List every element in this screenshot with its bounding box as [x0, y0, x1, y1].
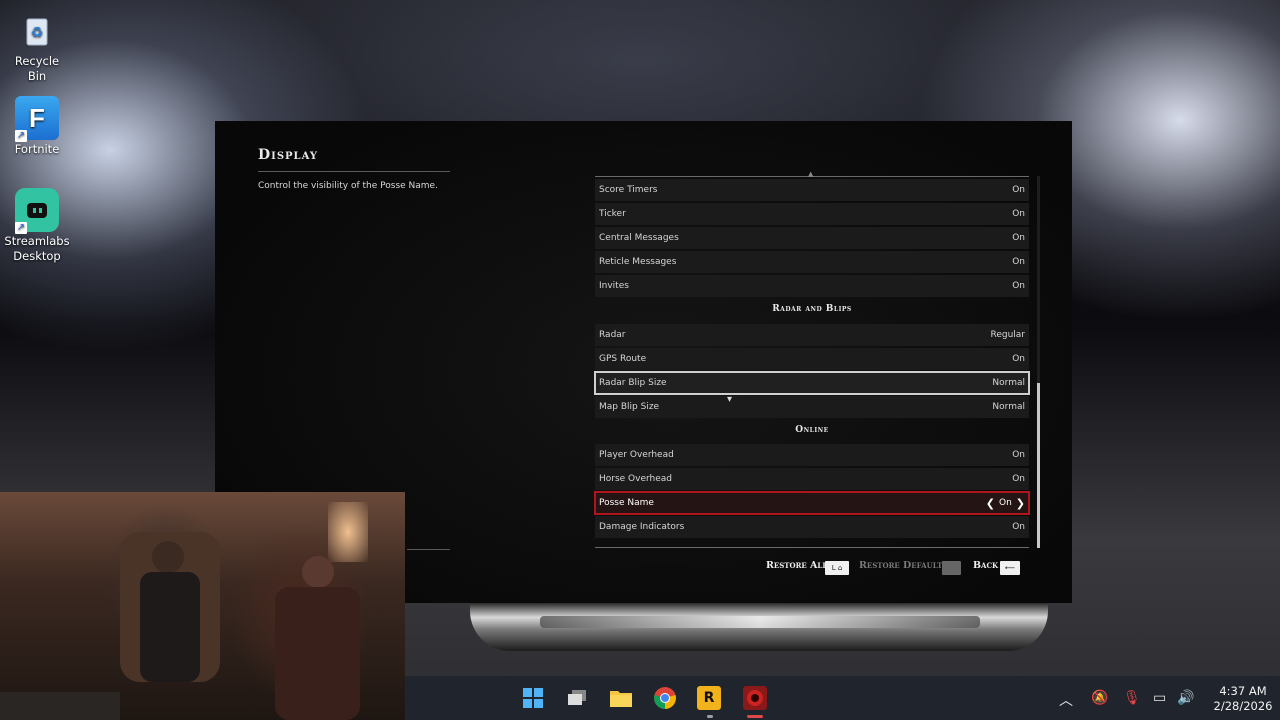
chevron-left-icon[interactable]: ❮: [986, 497, 995, 510]
setting-row-gps-route[interactable]: GPS Route On: [595, 348, 1029, 370]
list-bottom-border: [595, 547, 1029, 548]
setting-value: On: [1012, 209, 1025, 219]
setting-label: GPS Route: [599, 354, 647, 364]
setting-value: On: [998, 498, 1012, 508]
setting-row-reticle-messages[interactable]: Reticle Messages On: [595, 251, 1029, 273]
setting-row-invites[interactable]: Invites On: [595, 275, 1029, 297]
setting-label: Ticker: [599, 209, 626, 219]
restore-all-button[interactable]: Restore All: [766, 560, 827, 571]
recycle-bin-icon: ♻: [15, 8, 59, 52]
page-title: Display: [258, 147, 318, 163]
setting-value: On: [1012, 450, 1025, 460]
desktop-icon-label: Recycle Bin: [14, 54, 60, 83]
desktop-icon-streamlabs[interactable]: ↗ Streamlabs Desktop: [4, 188, 70, 264]
svg-text:♻: ♻: [31, 25, 44, 41]
setting-row-central-messages[interactable]: Central Messages On: [595, 227, 1029, 249]
rdr2-button[interactable]: [743, 686, 767, 710]
taskbar: R ︿ 🔕 🎙 ▭ 🔊 4:37 AM 2/28/2026: [405, 676, 1280, 720]
file-explorer-button[interactable]: [609, 686, 633, 710]
volume-icon[interactable]: 🔊: [1177, 690, 1194, 706]
setting-label: Damage Indicators: [599, 522, 685, 532]
setting-row-posse-name[interactable]: Posse Name ❮ On ❯: [594, 491, 1030, 515]
webcam-overlay: [0, 492, 405, 720]
clock-date: 2/28/2026: [1213, 699, 1273, 713]
setting-row-ticker[interactable]: Ticker On: [595, 203, 1029, 225]
chevron-up-icon[interactable]: ︿: [1059, 690, 1073, 710]
streamlabs-icon: ↗: [15, 188, 59, 234]
restore-default-key-icon: [942, 561, 961, 575]
setting-value: On: [1012, 233, 1025, 243]
setting-label: Reticle Messages: [599, 257, 677, 267]
scrollbar-thumb[interactable]: [1037, 383, 1040, 548]
setting-value: On: [1012, 354, 1025, 364]
setting-row-map-blip-size[interactable]: Map Blip Size Normal: [595, 396, 1029, 418]
shortcut-arrow-icon: ↗: [15, 130, 27, 142]
section-header-online: Online: [795, 425, 829, 435]
rockstar-launcher-button[interactable]: R: [697, 686, 721, 710]
setting-label: Player Overhead: [599, 450, 674, 460]
webcam-people: [0, 532, 360, 720]
restore-all-key-icon: L ⌂: [825, 561, 849, 575]
background-car-grill: [540, 616, 980, 628]
setting-row-damage-indicators[interactable]: Damage Indicators On: [595, 516, 1029, 538]
section-header-radar: Radar and Blips: [772, 304, 852, 314]
setting-label: Horse Overhead: [599, 474, 673, 484]
setting-label: Invites: [599, 281, 629, 291]
setting-value: On: [1012, 522, 1025, 532]
setting-description: Control the visibility of the Posse Name…: [258, 181, 438, 191]
setting-label: Radar: [599, 330, 626, 340]
desktop-icon-fortnite[interactable]: F ↗ Fortnite: [4, 96, 70, 157]
setting-label: Posse Name: [599, 498, 654, 508]
setting-value: Normal: [992, 378, 1025, 388]
setting-row-score-timers[interactable]: Score Timers On: [595, 179, 1029, 201]
chrome-button[interactable]: [653, 686, 677, 710]
back-button[interactable]: Back: [973, 560, 998, 571]
start-button[interactable]: [521, 686, 545, 710]
scroll-up-indicator: ▲: [808, 170, 814, 178]
running-indicator: [707, 715, 713, 718]
setting-row-horse-overhead[interactable]: Horse Overhead On: [595, 468, 1029, 490]
task-view-button[interactable]: [565, 686, 589, 710]
setting-label: Map Blip Size: [599, 402, 660, 412]
fortnite-icon: F ↗: [15, 96, 59, 142]
desktop-icon-label: Streamlabs Desktop: [4, 234, 70, 263]
setting-value: On: [1012, 185, 1025, 195]
setting-row-radar-blip-size[interactable]: Radar Blip Size Normal: [594, 371, 1030, 395]
desktop-icon-recycle-bin[interactable]: ♻ Recycle Bin: [4, 8, 70, 84]
setting-value: On: [1012, 474, 1025, 484]
setting-label: Central Messages: [599, 233, 679, 243]
active-indicator: [747, 715, 763, 718]
setting-value: On: [1012, 257, 1025, 267]
left-divider: [407, 549, 450, 550]
setting-row-player-overhead[interactable]: Player Overhead On: [595, 444, 1029, 466]
mouse-cursor-icon: ▾: [727, 394, 733, 405]
network-icon[interactable]: ▭: [1153, 690, 1166, 706]
clock-time: 4:37 AM: [1219, 684, 1267, 698]
shortcut-arrow-icon: ↗: [15, 222, 27, 234]
title-divider: [258, 171, 450, 172]
setting-value: Normal: [992, 402, 1025, 412]
desktop-icon-label: Fortnite: [14, 142, 60, 156]
back-key-icon: ⟵: [1000, 561, 1020, 575]
notifications-off-icon[interactable]: 🔕: [1091, 690, 1108, 706]
setting-value: On: [1012, 281, 1025, 291]
setting-row-radar[interactable]: Radar Regular: [595, 324, 1029, 346]
restore-default-button[interactable]: Restore Default: [859, 560, 942, 571]
setting-value: Regular: [990, 330, 1025, 340]
chevron-right-icon[interactable]: ❯: [1016, 497, 1025, 510]
microphone-icon[interactable]: 🎙: [1123, 690, 1141, 706]
setting-label: Radar Blip Size: [599, 378, 667, 388]
system-clock[interactable]: 4:37 AM 2/28/2026: [1211, 684, 1275, 714]
setting-label: Score Timers: [599, 185, 658, 195]
